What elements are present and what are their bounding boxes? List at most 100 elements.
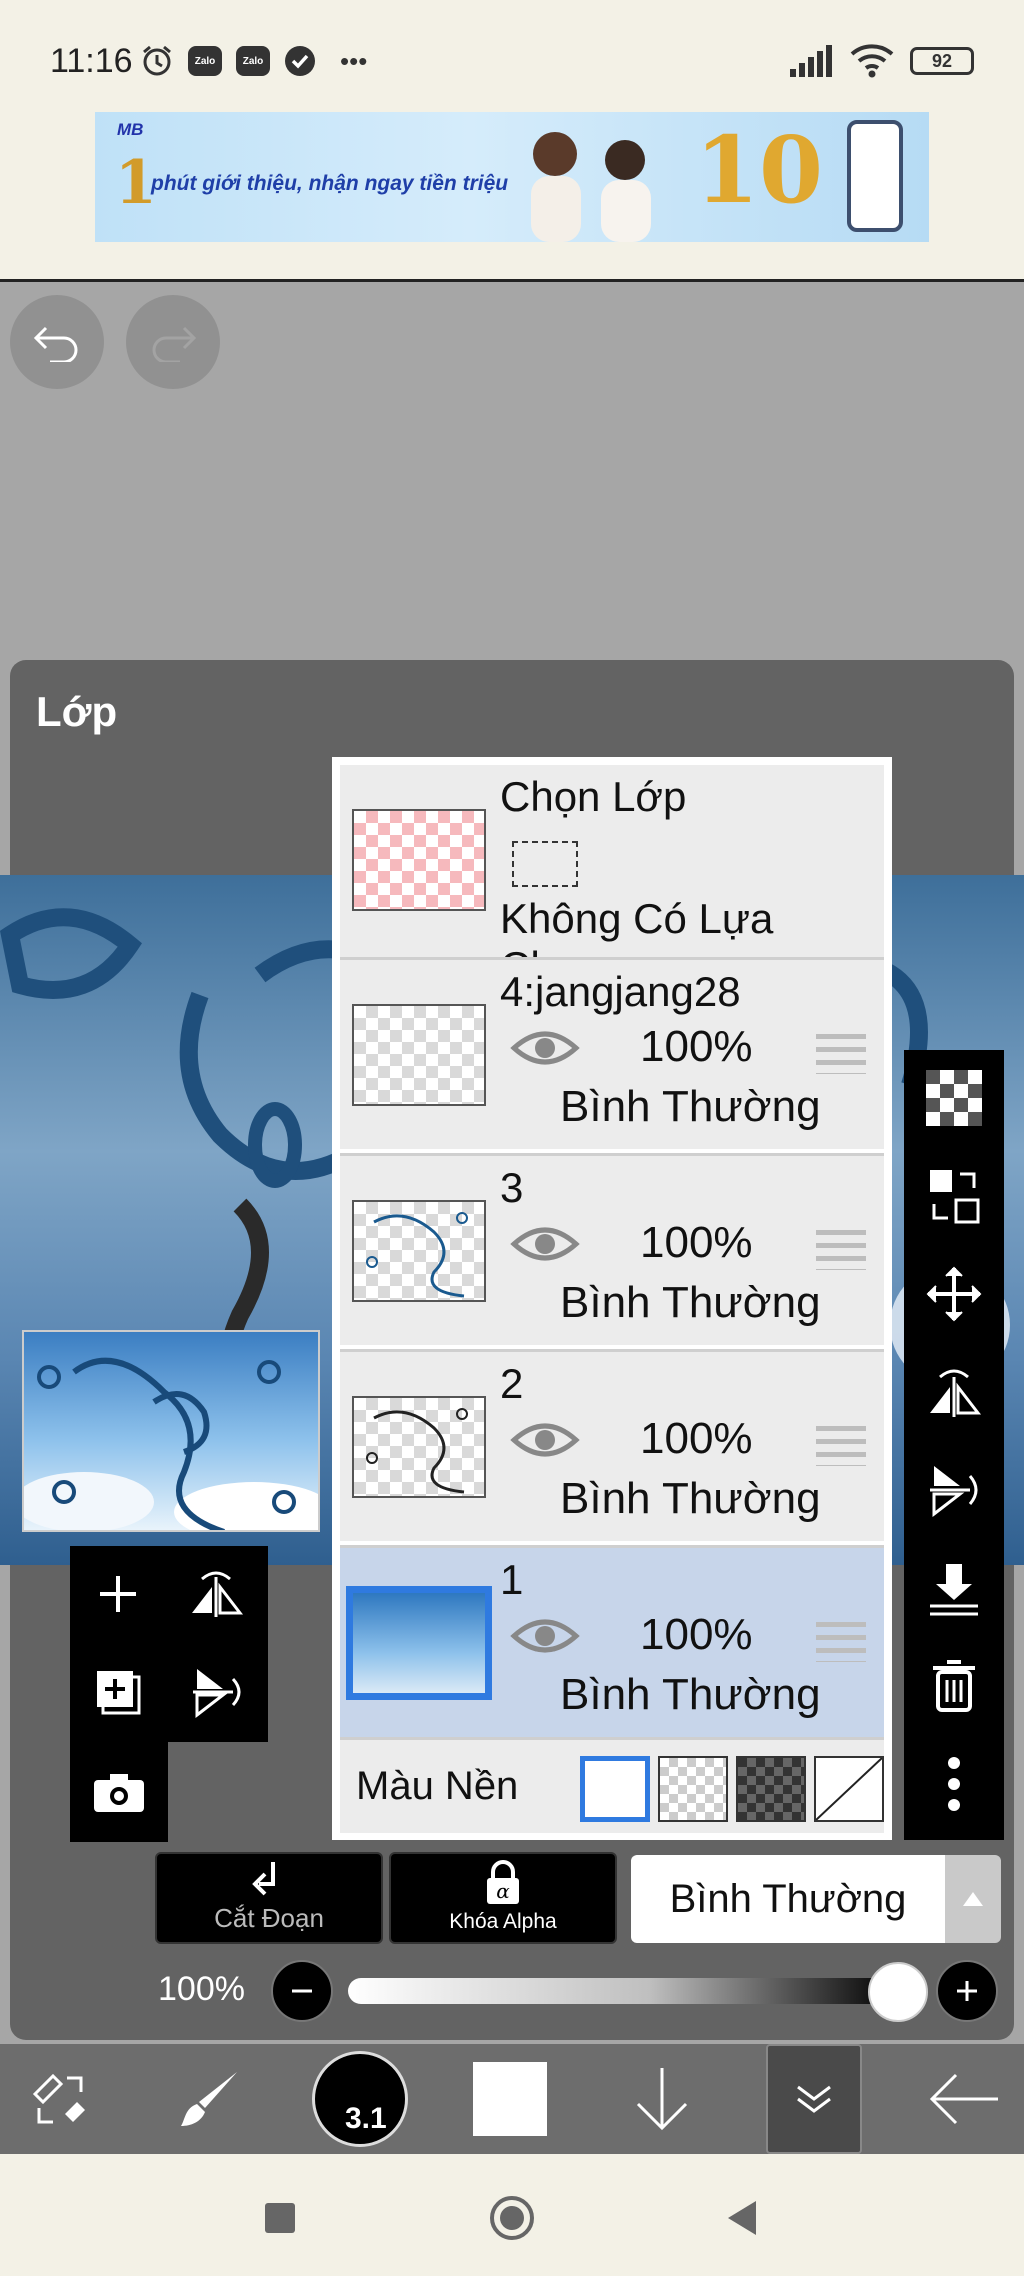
swap-layer-button[interactable] — [904, 1148, 1004, 1244]
drag-handle-icon[interactable] — [816, 1034, 866, 1074]
drag-handle-icon[interactable] — [816, 1230, 866, 1270]
more-vertical-icon — [948, 1757, 960, 1811]
visibility-eye-icon[interactable] — [510, 1220, 580, 1268]
layer-name: 1 — [500, 1556, 524, 1603]
panel-title: Lớp — [36, 688, 118, 735]
collapse-panel-button[interactable] — [766, 2044, 862, 2154]
brush-size-value: 3.1 — [345, 2102, 387, 2135]
layer-opacity: 100% — [640, 1022, 753, 1071]
merge-down-icon — [930, 1564, 978, 1616]
double-chevron-down-icon — [797, 2085, 831, 2113]
undo-button[interactable] — [10, 295, 104, 389]
redo-button[interactable] — [126, 295, 220, 389]
move-button[interactable] — [904, 1246, 1004, 1342]
preview-artwork — [24, 1357, 318, 1530]
triangle-back-icon — [728, 2201, 756, 2235]
add-layer-button[interactable] — [70, 1546, 166, 1642]
layer-row[interactable]: 3 100% Bình Thường — [340, 1153, 884, 1345]
canvas-preview[interactable] — [22, 1330, 320, 1532]
layer-down-button[interactable] — [602, 2044, 722, 2154]
minus-icon — [292, 1989, 312, 1993]
bg-dark-transparent-swatch[interactable] — [736, 1756, 806, 1822]
flip-horizontal-right-button[interactable] — [904, 1344, 1004, 1440]
ad-tagline: phút giới thiệu, nhận ngay tiền triệu — [151, 172, 509, 195]
layer-row-selected[interactable]: 1 100% Bình Thường — [340, 1545, 884, 1737]
merge-down-button[interactable] — [904, 1540, 1004, 1636]
selection-title: Chọn Lớp — [500, 773, 687, 820]
wifi-icon — [850, 44, 894, 78]
nav-back-button[interactable] — [712, 2188, 772, 2248]
trash-icon — [933, 1660, 975, 1712]
status-system-icons: 92 — [788, 44, 974, 78]
opacity-slider-handle[interactable] — [868, 1962, 928, 2022]
visibility-eye-icon[interactable] — [510, 1612, 580, 1660]
opacity-decrease-button[interactable] — [271, 1960, 333, 2022]
brush-size-indicator: 3.1 — [312, 2051, 408, 2147]
layer-opacity: 100% — [640, 1414, 753, 1463]
camera-button[interactable] — [70, 1742, 168, 1842]
layer-name: 3 — [500, 1164, 524, 1211]
color-button[interactable] — [450, 2044, 570, 2154]
opacity-slider-track[interactable] — [348, 1978, 896, 2004]
status-notification-icons: Zalo Zalo ••• — [140, 44, 367, 78]
layer-blend-mode: Bình Thường — [560, 1082, 821, 1131]
plus-icon — [100, 1576, 136, 1612]
blend-mode-select[interactable]: Bình Thường — [631, 1855, 945, 1943]
opacity-value: 100% — [158, 1970, 245, 2008]
ad-banner[interactable]: MB 1 phút giới thiệu, nhận ngay tiền tri… — [95, 112, 929, 242]
duplicate-layer-button[interactable] — [70, 1644, 166, 1740]
redo-icon — [152, 326, 197, 362]
camera-icon — [94, 1774, 144, 1812]
clip-arrow-icon — [252, 1862, 275, 1896]
add-copy-icon — [97, 1671, 141, 1715]
lock-alpha-icon: α — [487, 1860, 519, 1904]
checkerboard-icon — [926, 1070, 982, 1126]
current-color-swatch — [473, 2062, 547, 2136]
nav-home-button[interactable] — [482, 2188, 542, 2248]
clipping-button[interactable]: Cắt Đoạn — [155, 1852, 383, 1944]
tool-switch-button[interactable] — [0, 2044, 120, 2154]
flip-vertical-button[interactable] — [168, 1644, 264, 1740]
nav-recents-button[interactable] — [250, 2188, 310, 2248]
layer-row[interactable]: 2 100% Bình Thường — [340, 1349, 884, 1541]
back-button[interactable] — [904, 2044, 1024, 2154]
visibility-eye-icon[interactable] — [510, 1416, 580, 1464]
opacity-increase-button[interactable] — [936, 1960, 998, 2022]
alpha-lock-label: Khóa Alpha — [449, 1910, 557, 1933]
flip-horizontal-button[interactable] — [168, 1546, 264, 1642]
layer-row[interactable]: 4:jangjang28 100% Bình Thường — [340, 957, 884, 1149]
more-notifications-icon: ••• — [340, 45, 368, 76]
undo-icon — [33, 326, 78, 362]
selection-layer-row[interactable]: Chọn Lớp Không Có Lựa Chọn — [340, 765, 884, 990]
svg-text:α: α — [496, 1879, 510, 1903]
status-bar: 11:16 Zalo Zalo ••• 92 — [0, 0, 1024, 110]
layer-opacity: 100% — [640, 1610, 753, 1659]
blend-mode-dropdown-button[interactable] — [945, 1855, 1001, 1943]
delete-layer-button[interactable] — [904, 1638, 1004, 1734]
bg-transparent-swatch[interactable] — [658, 1756, 728, 1822]
signal-icon — [790, 45, 832, 77]
transparency-button[interactable] — [904, 1050, 1004, 1146]
more-options-button[interactable] — [904, 1736, 1004, 1832]
brush-size-button[interactable]: 3.1 — [300, 2044, 420, 2154]
drag-handle-icon[interactable] — [816, 1622, 866, 1662]
flip-vertical-right-button[interactable] — [904, 1442, 1004, 1538]
selection-thumbnail — [352, 809, 486, 911]
bg-none-swatch[interactable] — [814, 1756, 884, 1822]
check-circle-icon — [285, 46, 315, 76]
move-arrows-icon — [926, 1266, 982, 1322]
bottom-toolbar: 3.1 — [0, 2044, 1024, 2154]
selection-marquee-icon — [512, 841, 578, 887]
bg-white-swatch[interactable] — [580, 1756, 650, 1822]
opacity-slider-row: 100% — [0, 1960, 1024, 2030]
layer-thumbnail — [352, 1200, 486, 1302]
flip-horizontal-icon — [192, 1571, 244, 1617]
drag-handle-icon[interactable] — [816, 1426, 866, 1466]
brush-tool-button[interactable] — [150, 2044, 270, 2154]
flip-horizontal-icon — [930, 1369, 982, 1417]
layer-blend-mode: Bình Thường — [560, 1474, 821, 1523]
visibility-eye-icon[interactable] — [510, 1024, 580, 1072]
circle-home-icon — [490, 2196, 534, 2240]
alpha-lock-button[interactable]: α Khóa Alpha — [389, 1852, 617, 1944]
ad-prize-number: 10 — [695, 116, 824, 224]
